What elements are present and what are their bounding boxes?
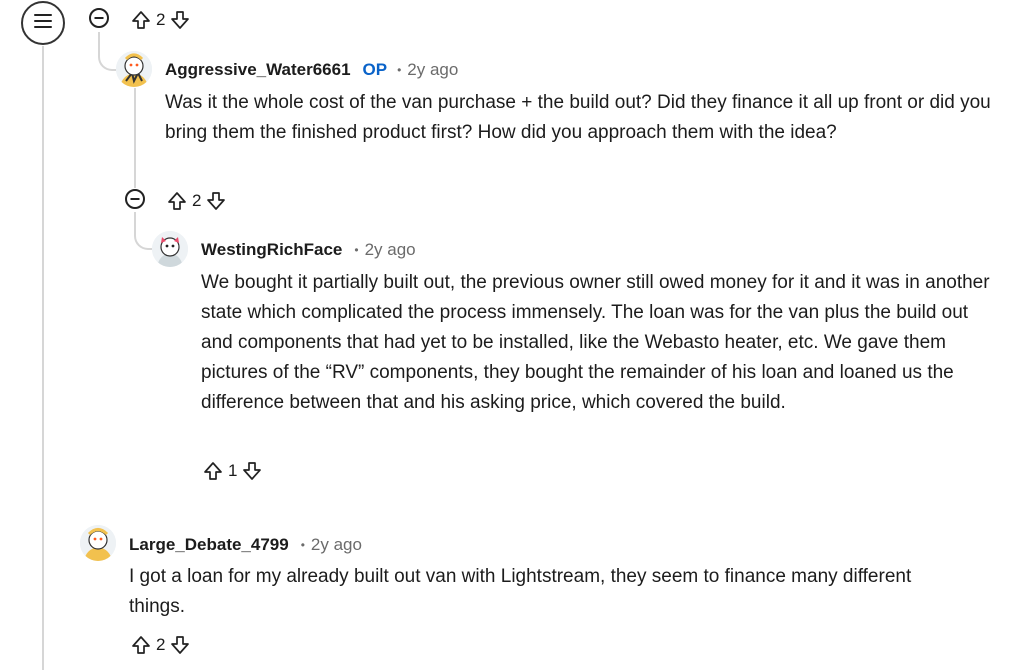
downvote-icon: [171, 636, 190, 654]
op-badge: OP: [362, 60, 388, 79]
separator-dot: •: [300, 538, 305, 552]
avatar[interactable]: [152, 231, 188, 267]
thread-line-level1: [98, 32, 100, 57]
collapse-icon: [88, 7, 110, 34]
thread-connector-level1: [98, 55, 116, 71]
menu-icon: [33, 13, 53, 34]
upvote-button[interactable]: [202, 460, 224, 482]
upvote-button[interactable]: [130, 9, 152, 31]
timestamp[interactable]: 2y ago: [407, 60, 458, 80]
downvote-button[interactable]: [169, 9, 191, 31]
upvote-button[interactable]: [166, 190, 188, 212]
thread-line-level2-bottom: [134, 212, 136, 236]
vote-count: 2: [156, 10, 166, 29]
collapse-button-top[interactable]: [88, 7, 110, 34]
separator-dot: •: [397, 63, 402, 77]
timestamp[interactable]: 2y ago: [365, 240, 416, 260]
upvote-icon: [168, 192, 186, 210]
downvote-button[interactable]: [205, 190, 227, 212]
timestamp[interactable]: 2y ago: [311, 535, 362, 555]
downvote-button[interactable]: [241, 460, 263, 482]
vote-bar: 2: [130, 632, 191, 658]
comment-header: Aggressive_Water6661 OP • 2y ago: [165, 58, 458, 82]
collapse-button[interactable]: [124, 188, 146, 215]
upvote-icon: [132, 11, 150, 29]
collapse-icon: [124, 188, 146, 215]
vote-count: 2: [156, 635, 166, 654]
vote-count: 1: [228, 461, 238, 480]
vote-bar: 1: [202, 458, 263, 484]
comment-text: I got a loan for my already built out va…: [129, 566, 912, 617]
avatar-image: [80, 525, 116, 561]
avatar-image: [116, 51, 152, 87]
author-link[interactable]: Large_Debate_4799: [129, 535, 289, 555]
comment-text: Was it the whole cost of the van purchas…: [165, 92, 991, 143]
thread-line-level2-top: [134, 88, 136, 188]
downvote-icon: [207, 192, 226, 210]
menu-button[interactable]: [21, 1, 65, 45]
downvote-icon: [171, 11, 190, 29]
author-link[interactable]: WestingRichFace: [201, 240, 342, 260]
downvote-icon: [243, 462, 262, 480]
avatar[interactable]: [80, 525, 116, 561]
thread-connector-level2: [134, 234, 152, 250]
upvote-icon: [132, 636, 150, 654]
upvote-icon: [204, 462, 222, 480]
avatar[interactable]: [116, 51, 152, 87]
comment-text: We bought it partially built out, the pr…: [201, 272, 990, 413]
vote-count: 2: [192, 191, 202, 210]
downvote-button[interactable]: [169, 634, 191, 656]
comment-header: WestingRichFace • 2y ago: [201, 238, 416, 262]
upvote-button[interactable]: [130, 634, 152, 656]
avatar-image: [152, 231, 188, 267]
author-link[interactable]: Aggressive_Water6661: [165, 60, 351, 80]
thread-line-root: [42, 46, 44, 670]
vote-bar-top: 2: [130, 7, 191, 33]
vote-bar: 2: [166, 188, 227, 214]
separator-dot: •: [354, 243, 359, 257]
comment-header: Large_Debate_4799 • 2y ago: [129, 533, 362, 557]
